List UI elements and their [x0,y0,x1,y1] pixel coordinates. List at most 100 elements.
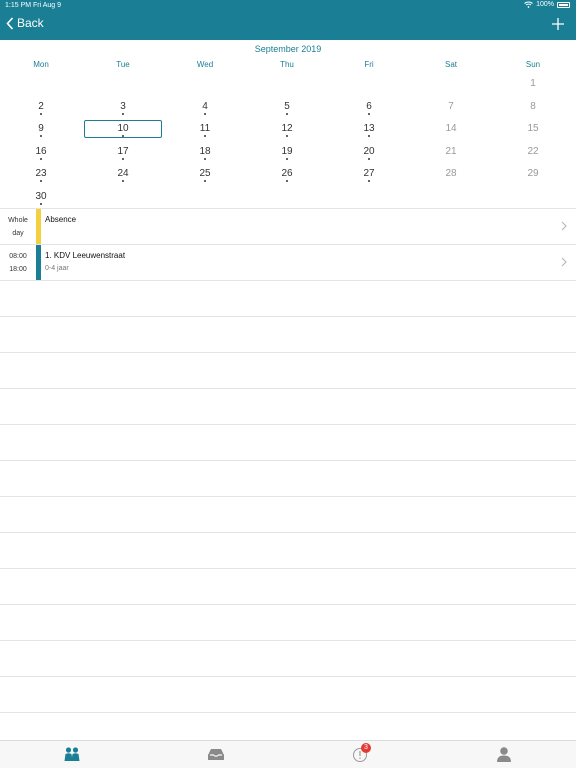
calendar-day[interactable]: 29 [492,168,574,179]
nav-bar: Back [0,12,576,40]
empty-row [0,496,576,532]
day-number: 3 [120,101,126,112]
calendar-day[interactable]: 12 [246,123,328,137]
event-time: Whole day [0,214,36,240]
empty-row [0,388,576,424]
empty-row [0,460,576,496]
day-number: 12 [281,123,293,134]
day-number: 22 [527,146,539,157]
event-subtitle: 0-4 jaar [45,265,69,272]
calendar-day[interactable]: 24 [82,168,164,182]
day-number: 17 [117,146,129,157]
day-number: 7 [448,101,454,112]
event-row[interactable]: Whole day Absence [0,208,576,244]
calendar-day[interactable]: 7 [410,101,492,112]
calendar-day[interactable]: 23 [0,168,82,182]
day-number: 4 [202,101,208,112]
empty-rows [0,280,576,748]
calendar-day[interactable]: 8 [492,101,574,112]
event-dot [122,180,124,182]
back-button[interactable]: Back [6,16,44,30]
day-number: 27 [363,168,375,179]
calendar-day[interactable]: 25 [164,168,246,182]
day-number: 20 [363,146,375,157]
calendar-day[interactable]: 5 [246,101,328,115]
calendar-day[interactable]: 6 [328,101,410,115]
day-number: 18 [199,146,211,157]
status-right: 100% [524,1,570,8]
day-number: 11 [199,123,211,134]
calendar-day[interactable]: 26 [246,168,328,182]
event-time-end: day [12,230,24,237]
back-label: Back [17,16,44,30]
event-dot [40,158,42,160]
day-number: 5 [284,101,290,112]
event-time: 08:00 18:00 [0,250,36,276]
battery-icon [557,1,570,8]
weekday-label: Sat [444,60,457,69]
calendar-day[interactable]: 10 [82,123,164,137]
profile-icon[interactable] [494,745,514,765]
calendar-day[interactable]: 30 [0,191,82,205]
calendar-day[interactable]: 13 [328,123,410,137]
day-number: 29 [527,168,539,179]
status-date: Fri Aug 9 [33,2,62,9]
empty-row [0,604,576,640]
day-number: 15 [527,123,539,134]
calendar-day[interactable]: 3 [82,101,164,115]
event-title: 1. KDV Leeuwenstraat [45,251,126,260]
calendar-day[interactable]: 19 [246,146,328,160]
weekday-label: Tue [116,60,130,69]
calendar-day[interactable]: 15 [492,123,574,134]
event-dot [204,180,206,182]
event-color-bar [36,209,41,244]
inbox-icon[interactable] [206,745,226,765]
event-dot [286,158,288,160]
event-list: Whole day Absence 08:00 18:00 1. KDV Leeuwens… [0,208,576,280]
empty-row [0,568,576,604]
calendar-day[interactable]: 2 [0,101,82,115]
empty-row [0,424,576,460]
empty-row [0,352,576,388]
chevron-right-icon [561,221,567,231]
weekday-label: Sun [525,60,541,69]
calendar-day[interactable]: 9 [0,123,82,137]
calendar-day[interactable]: 16 [0,146,82,160]
empty-row [0,280,576,316]
calendar-day[interactable]: 28 [410,168,492,179]
event-dot [368,113,370,115]
calendar-day[interactable]: 18 [164,146,246,160]
calendar-day[interactable]: 27 [328,168,410,182]
status-time: 1:15 PM [5,2,32,9]
weekday-label: Mon [33,60,49,69]
calendar-day[interactable]: 4 [164,101,246,115]
event-dot [368,180,370,182]
calendar-day[interactable]: 22 [492,146,574,157]
calendar-day[interactable]: 20 [328,146,410,160]
calendar-day[interactable]: 21 [410,146,492,157]
event-dot [286,180,288,182]
event-dot [204,158,206,160]
day-number: 26 [281,168,293,179]
calendar-day[interactable]: 11 [164,123,246,137]
event-dot [122,135,124,137]
empty-row [0,676,576,712]
calendar-day[interactable]: 1 [492,78,574,89]
weekday-label: Fri [364,60,374,69]
day-number: 24 [117,168,129,179]
calendar-day[interactable]: 14 [410,123,492,134]
plus-icon[interactable] [552,18,564,30]
wifi-icon [524,1,533,8]
battery-percent: 100% [536,1,554,8]
day-number: 19 [281,146,293,157]
day-number: 28 [445,168,457,179]
event-dot [204,135,206,137]
event-row[interactable]: 08:00 18:00 1. KDV Leeuwenstraat 0-4 jaar [0,244,576,280]
children-icon[interactable] [62,745,82,765]
empty-row [0,640,576,676]
day-number: 2 [38,101,44,112]
day-number: 6 [366,101,372,112]
event-dot [122,158,124,160]
calendar-day[interactable]: 17 [82,146,164,160]
day-number: 25 [199,168,211,179]
